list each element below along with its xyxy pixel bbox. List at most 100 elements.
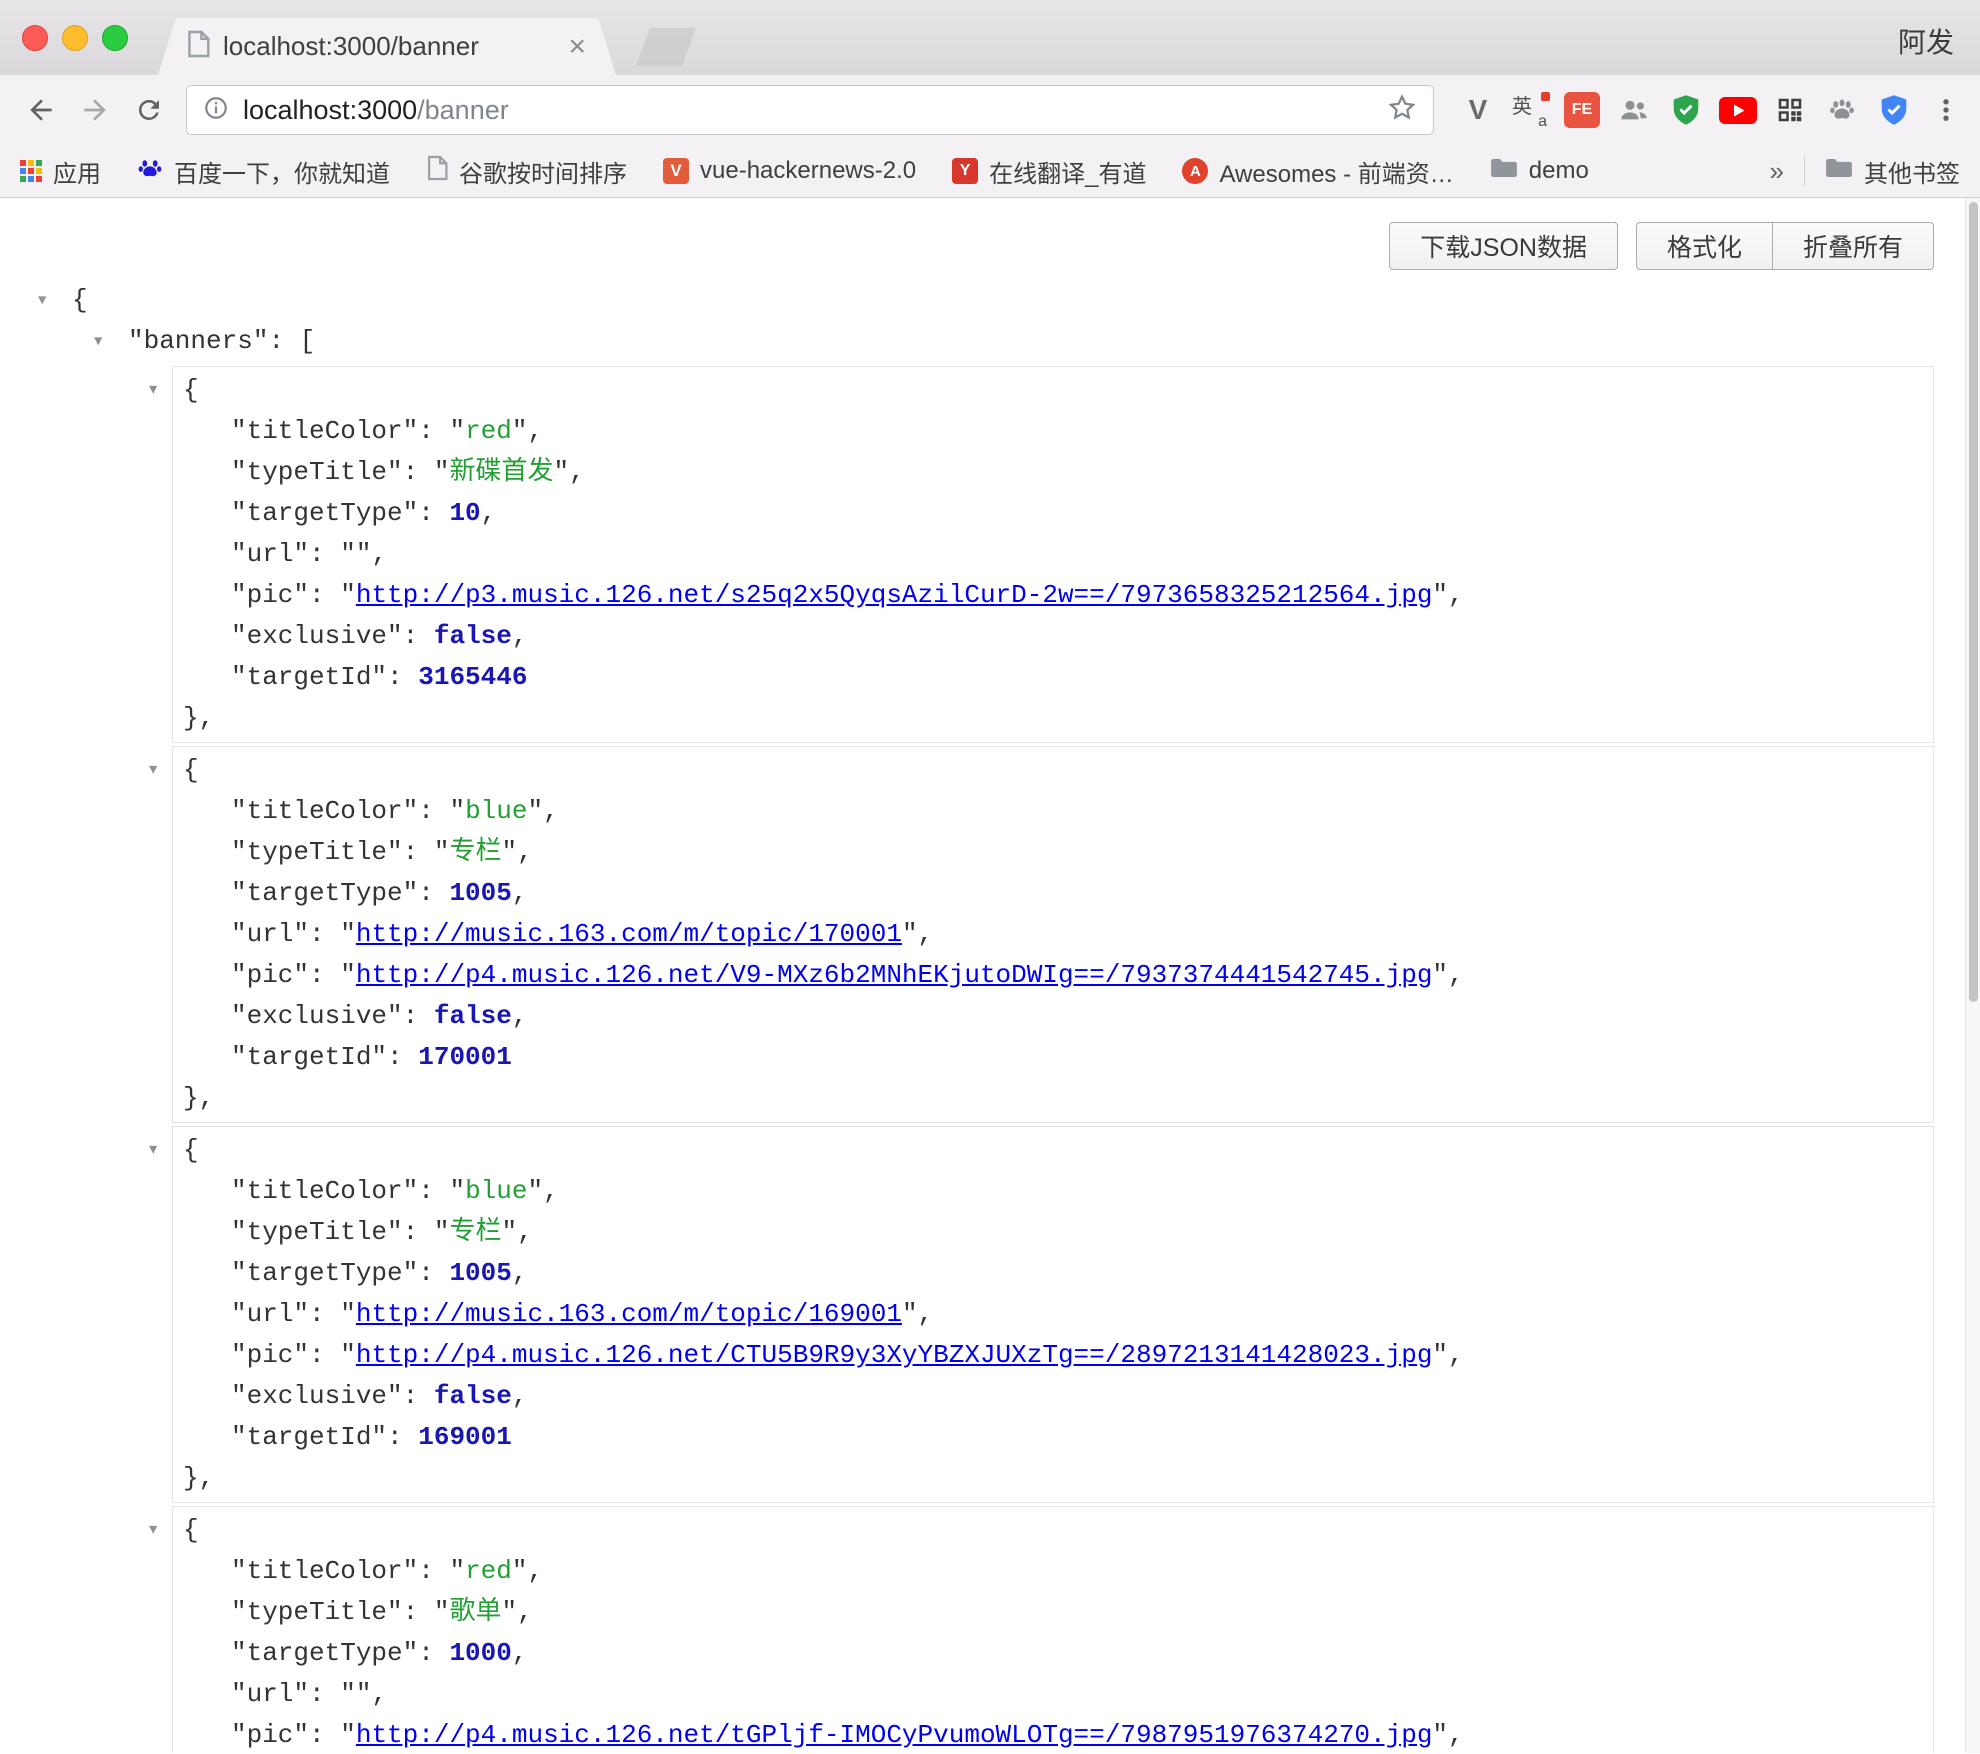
page-content: 下载JSON数据 格式化 折叠所有 ▼{▼"banners": [▼{"titl…: [0, 198, 1980, 1753]
json-token: :: [309, 919, 340, 949]
zoom-window-button[interactable]: [102, 25, 128, 51]
collapse-toggle-icon[interactable]: ▼: [38, 281, 72, 322]
vertical-scrollbar[interactable]: [1965, 198, 1980, 1753]
bookmark-item-awesomes[interactable]: A Awesomes - 前端资…: [1182, 154, 1453, 189]
format-button[interactable]: 格式化: [1636, 222, 1773, 270]
json-line: "url": "",: [183, 1674, 1923, 1715]
people-icon: [1618, 94, 1650, 126]
json-url-link[interactable]: http://music.163.com/m/topic/170001: [356, 919, 902, 949]
reload-button[interactable]: [122, 83, 176, 137]
json-token: ": [553, 457, 569, 487]
other-bookmarks[interactable]: 其他书签: [1825, 154, 1960, 189]
paw-extension-button[interactable]: [1816, 84, 1868, 136]
json-line: },: [183, 1078, 1923, 1119]
json-token: ": [434, 1597, 450, 1627]
download-json-button[interactable]: 下载JSON数据: [1389, 222, 1618, 270]
tab-close-icon[interactable]: ×: [568, 32, 586, 62]
json-token: ,: [543, 1176, 559, 1206]
json-key: "targetType": [231, 1638, 418, 1668]
accounts-extension-button[interactable]: [1608, 84, 1660, 136]
translate-extension-button[interactable]: 英a: [1504, 84, 1556, 136]
json-token: ,: [1448, 580, 1464, 610]
json-url-link[interactable]: http://p4.music.126.net/V9-MXz6b2MNhEKju…: [356, 960, 1433, 990]
json-url-link[interactable]: http://music.163.com/m/topic/169001: [356, 1299, 902, 1329]
json-array-items: ▼{"titleColor": "red","typeTitle": "新碟首发…: [172, 366, 1934, 1753]
json-token: ": [434, 457, 450, 487]
json-token: ": [501, 1217, 517, 1247]
json-token: ": [340, 960, 356, 990]
other-bookmarks-label: 其他书签: [1864, 154, 1960, 189]
json-token: },: [183, 703, 214, 733]
collapse-toggle-icon[interactable]: ▼: [149, 370, 157, 411]
qrcode-extension-button[interactable]: [1764, 84, 1816, 136]
json-number-value: 1000: [449, 1638, 511, 1668]
forward-button[interactable]: [68, 83, 122, 137]
youtube-icon: [1719, 97, 1757, 124]
json-key: "typeTitle": [231, 837, 403, 867]
bookmark-label: 百度一下，你就知道: [174, 154, 390, 189]
collapse-toggle-icon[interactable]: ▼: [149, 1130, 157, 1171]
back-button[interactable]: [14, 83, 68, 137]
profile-name[interactable]: 阿发: [1898, 21, 1954, 61]
collapse-toggle-icon[interactable]: ▼: [149, 750, 157, 791]
json-line: "titleColor": "red",: [183, 411, 1923, 452]
json-string-value: blue: [465, 796, 527, 826]
green-shield-icon: [1671, 94, 1701, 126]
json-token: ": [340, 580, 356, 610]
json-token: ,: [371, 539, 387, 569]
banner-object-box: ▼{"titleColor": "red","typeTitle": "歌单",…: [172, 1506, 1934, 1753]
collapse-toggle-icon[interactable]: ▼: [94, 322, 128, 363]
json-token: {: [183, 1135, 199, 1165]
url-bar[interactable]: localhost:3000/banner: [186, 85, 1434, 135]
collapse-toggle-icon[interactable]: ▼: [149, 1510, 157, 1551]
json-token: ": [1432, 1340, 1448, 1370]
minimize-window-button[interactable]: [62, 25, 88, 51]
json-token: : [: [268, 326, 315, 356]
security-extension-button[interactable]: [1660, 84, 1712, 136]
paw-icon: [1827, 95, 1857, 125]
json-token: :: [309, 539, 340, 569]
bookmark-item-google-sort[interactable]: 谷歌按时间排序: [426, 154, 627, 189]
bookmark-label: Awesomes - 前端资…: [1219, 154, 1453, 189]
bookmarks-bar: 应用 百度一下，你就知道 谷歌按时间排序 V vue-hackernews-2.…: [0, 145, 1980, 198]
json-line: "pic": "http://p4.music.126.net/tGPljf-I…: [183, 1715, 1923, 1753]
close-window-button[interactable]: [22, 25, 48, 51]
browser-navbar: localhost:3000/banner V 英a FE: [0, 75, 1980, 145]
json-key: "exclusive": [231, 1381, 403, 1411]
page-info-icon[interactable]: [203, 95, 229, 126]
browser-tab[interactable]: localhost:3000/banner ×: [158, 18, 616, 75]
bookmark-star-icon[interactable]: [1387, 93, 1417, 128]
chrome-menu-button[interactable]: [1920, 84, 1972, 136]
new-tab-button[interactable]: [636, 28, 696, 66]
fehelper-extension-button[interactable]: FE: [1556, 84, 1608, 136]
scrollbar-thumb[interactable]: [1969, 202, 1978, 1002]
protection-extension-button[interactable]: [1868, 84, 1920, 136]
vimium-extension-button[interactable]: V: [1452, 84, 1504, 136]
youtube-extension-button[interactable]: [1712, 84, 1764, 136]
json-token: ": [1432, 1720, 1448, 1750]
json-number-value: 1005: [449, 1258, 511, 1288]
bookmark-item-baidu[interactable]: 百度一下，你就知道: [137, 154, 390, 189]
bookmarks-overflow-chevron[interactable]: »: [1770, 156, 1784, 187]
json-token: ,: [1448, 1340, 1464, 1370]
json-url-link[interactable]: http://p4.music.126.net/CTU5B9R9y3XyYBZX…: [356, 1340, 1433, 1370]
collapse-all-button[interactable]: 折叠所有: [1773, 222, 1934, 270]
bookmark-item-vue-hackernews[interactable]: V vue-hackernews-2.0: [663, 157, 916, 185]
json-line: "titleColor": "blue",: [183, 791, 1923, 832]
json-token: ": [434, 837, 450, 867]
json-boolean-value: false: [434, 1381, 512, 1411]
bookmark-item-demo[interactable]: demo: [1490, 156, 1589, 187]
json-token: :: [309, 1299, 340, 1329]
json-url-link[interactable]: http://p4.music.126.net/tGPljf-IMOCyPvum…: [356, 1720, 1433, 1750]
json-token: ,: [512, 1381, 528, 1411]
extension-toolbar: V 英a FE: [1452, 84, 1972, 136]
apps-grid-icon: [20, 160, 42, 182]
json-token: :: [309, 580, 340, 610]
translate-icon: 英: [1512, 90, 1532, 119]
apps-shortcut[interactable]: 应用: [20, 154, 101, 189]
json-url-link[interactable]: http://p3.music.126.net/s25q2x5QyqsAzilC…: [356, 580, 1433, 610]
bookmark-label: 谷歌按时间排序: [459, 154, 627, 189]
bookmark-item-youdao[interactable]: Y 在线翻译_有道: [952, 154, 1146, 189]
url-text[interactable]: localhost:3000/banner: [243, 95, 1373, 126]
json-line: ▼{: [183, 370, 1923, 411]
